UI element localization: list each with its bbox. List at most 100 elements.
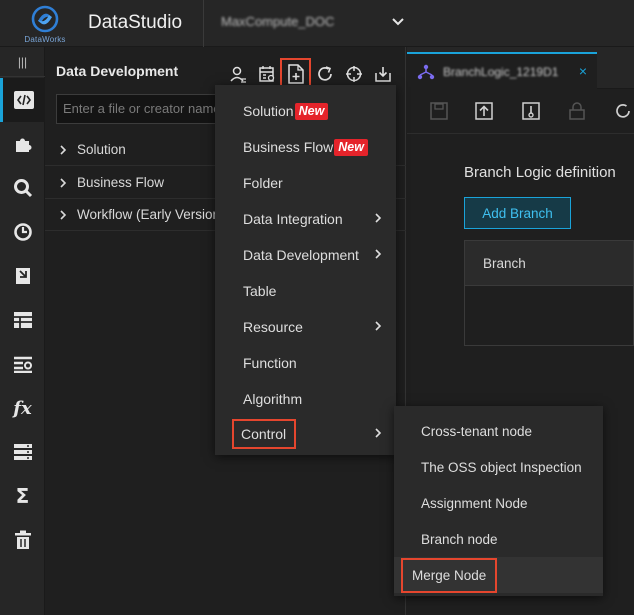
lock-icon[interactable] — [567, 101, 587, 121]
new-badge: New — [334, 138, 368, 156]
steal-lock-icon[interactable] — [521, 101, 541, 121]
crosshair-icon — [345, 65, 362, 82]
menu-item-folder[interactable]: Folder — [215, 165, 396, 201]
project-selector[interactable]: MaxCompute_DOC — [221, 14, 334, 29]
chevron-right-icon — [375, 428, 382, 438]
menu-item-label: Control — [231, 419, 297, 449]
submenu-item-branch-node[interactable]: Branch node — [394, 521, 603, 557]
menu-item-business-flow[interactable]: Business Flow New — [215, 129, 396, 165]
menu-item-data-integration[interactable]: Data Integration — [215, 201, 396, 237]
left-icon-rail: ||| fx Σ — [0, 47, 45, 615]
rail-item-recycle-bin[interactable] — [0, 518, 45, 562]
chevron-down-icon[interactable] — [391, 15, 405, 29]
chevron-right-icon — [375, 321, 382, 331]
divider — [203, 0, 204, 47]
top-bar: DataWorks DataStudio MaxCompute_DOC — [0, 0, 634, 47]
submit-icon[interactable] — [474, 101, 494, 121]
close-icon[interactable]: × — [579, 63, 587, 79]
panel-title: Data Development — [56, 63, 179, 79]
menu-item-control[interactable]: Control — [215, 416, 396, 452]
clock-icon — [13, 223, 32, 241]
chevron-right-icon — [59, 144, 69, 155]
trash-icon — [14, 530, 31, 549]
menu-item-label: Solution — [243, 103, 294, 119]
refresh-button[interactable] — [310, 59, 339, 88]
submenu-item-label: Assignment Node — [421, 495, 528, 511]
tree-item-label: Workflow (Early Version — [77, 207, 221, 222]
menu-item-label: Data Development — [243, 247, 359, 263]
save-icon[interactable] — [429, 101, 449, 121]
stack-icon — [13, 444, 32, 460]
menu-item-resource[interactable]: Resource — [215, 309, 396, 345]
new-file-icon — [287, 63, 304, 84]
menu-item-label: Data Integration — [243, 211, 343, 227]
rail-item-schedule[interactable] — [0, 210, 45, 254]
tab-branch-node[interactable]: BranchLogic_1219D1 × — [407, 52, 597, 89]
submenu-item-oss-object-inspection[interactable]: The OSS object Inspection — [394, 449, 603, 485]
rail-item-code[interactable] — [0, 78, 45, 122]
submenu-item-label: Cross-tenant node — [421, 423, 533, 439]
menu-item-algorithm[interactable]: Algorithm — [215, 381, 396, 417]
collapse-icon[interactable]: ||| — [0, 47, 45, 77]
menu-item-function[interactable]: Function — [215, 345, 396, 381]
calendar-filter-button[interactable] — [252, 59, 281, 88]
locate-button[interactable] — [339, 59, 368, 88]
add-branch-button[interactable]: Add Branch — [464, 197, 571, 229]
sigma-icon: Σ — [15, 484, 30, 508]
chevron-right-icon — [375, 213, 382, 223]
tab-label: BranchLogic_1219D1 — [443, 64, 559, 79]
rail-item-components[interactable] — [0, 122, 45, 166]
logo-text: DataWorks — [24, 35, 66, 44]
control-submenu: Cross-tenant node The OSS object Inspect… — [394, 406, 603, 596]
refresh-icon — [317, 65, 332, 81]
menu-item-label: Business Flow — [243, 139, 334, 155]
menu-item-label: Table — [243, 283, 277, 299]
user-filter-icon — [229, 66, 246, 83]
rail-item-list-settings[interactable] — [0, 342, 45, 386]
bookmark-icon — [15, 268, 30, 284]
calendar-icon — [258, 65, 274, 82]
submenu-item-merge-node[interactable]: Merge Node — [394, 557, 603, 593]
branch-node-icon — [417, 64, 435, 79]
puzzle-icon — [15, 138, 31, 152]
create-button[interactable] — [280, 58, 311, 89]
import-icon — [374, 66, 391, 82]
list-settings-icon — [13, 356, 32, 373]
table-icon — [13, 312, 32, 328]
chevron-right-icon — [59, 177, 69, 188]
import-button[interactable] — [368, 59, 397, 88]
rail-item-stack[interactable] — [0, 430, 45, 474]
rail-item-sigma[interactable]: Σ — [0, 474, 45, 518]
code-icon — [14, 91, 34, 109]
rail-item-function[interactable]: fx — [0, 386, 45, 430]
rail-item-table[interactable] — [0, 298, 45, 342]
menu-item-label: Folder — [243, 175, 283, 191]
menu-item-label: Algorithm — [243, 391, 303, 407]
submenu-item-label: Branch node — [421, 531, 498, 547]
submenu-item-label: The OSS object Inspection — [421, 459, 582, 475]
rail-item-bookmark[interactable] — [0, 254, 45, 298]
dataworks-logo-icon — [31, 5, 59, 33]
menu-item-table[interactable]: Table — [215, 273, 396, 309]
rail-item-search[interactable] — [0, 166, 45, 210]
dataworks-logo[interactable]: DataWorks — [18, 4, 72, 46]
branch-table: Branch — [464, 240, 634, 346]
new-badge: New — [294, 102, 329, 120]
chevron-right-icon — [59, 209, 69, 220]
create-menu: Solution New Business Flow New Folder Da… — [215, 85, 396, 455]
panel-toolbar — [223, 58, 397, 89]
tree-item-label: Business Flow — [77, 175, 165, 190]
function-icon: fx — [13, 397, 32, 419]
menu-item-data-development[interactable]: Data Development — [215, 237, 396, 273]
editor-tab-bar: BranchLogic_1219D1 × — [407, 47, 634, 89]
submenu-item-cross-tenant-node[interactable]: Cross-tenant node — [394, 413, 603, 449]
reload-icon[interactable] — [613, 101, 633, 121]
tree-item-label: Solution — [77, 142, 126, 157]
menu-item-label: Function — [243, 355, 297, 371]
filter-by-creator-button[interactable] — [223, 59, 252, 88]
branch-column-header: Branch — [465, 241, 633, 286]
search-icon — [13, 179, 32, 198]
chevron-right-icon — [375, 249, 382, 259]
submenu-item-assignment-node[interactable]: Assignment Node — [394, 485, 603, 521]
menu-item-solution[interactable]: Solution New — [215, 93, 396, 129]
